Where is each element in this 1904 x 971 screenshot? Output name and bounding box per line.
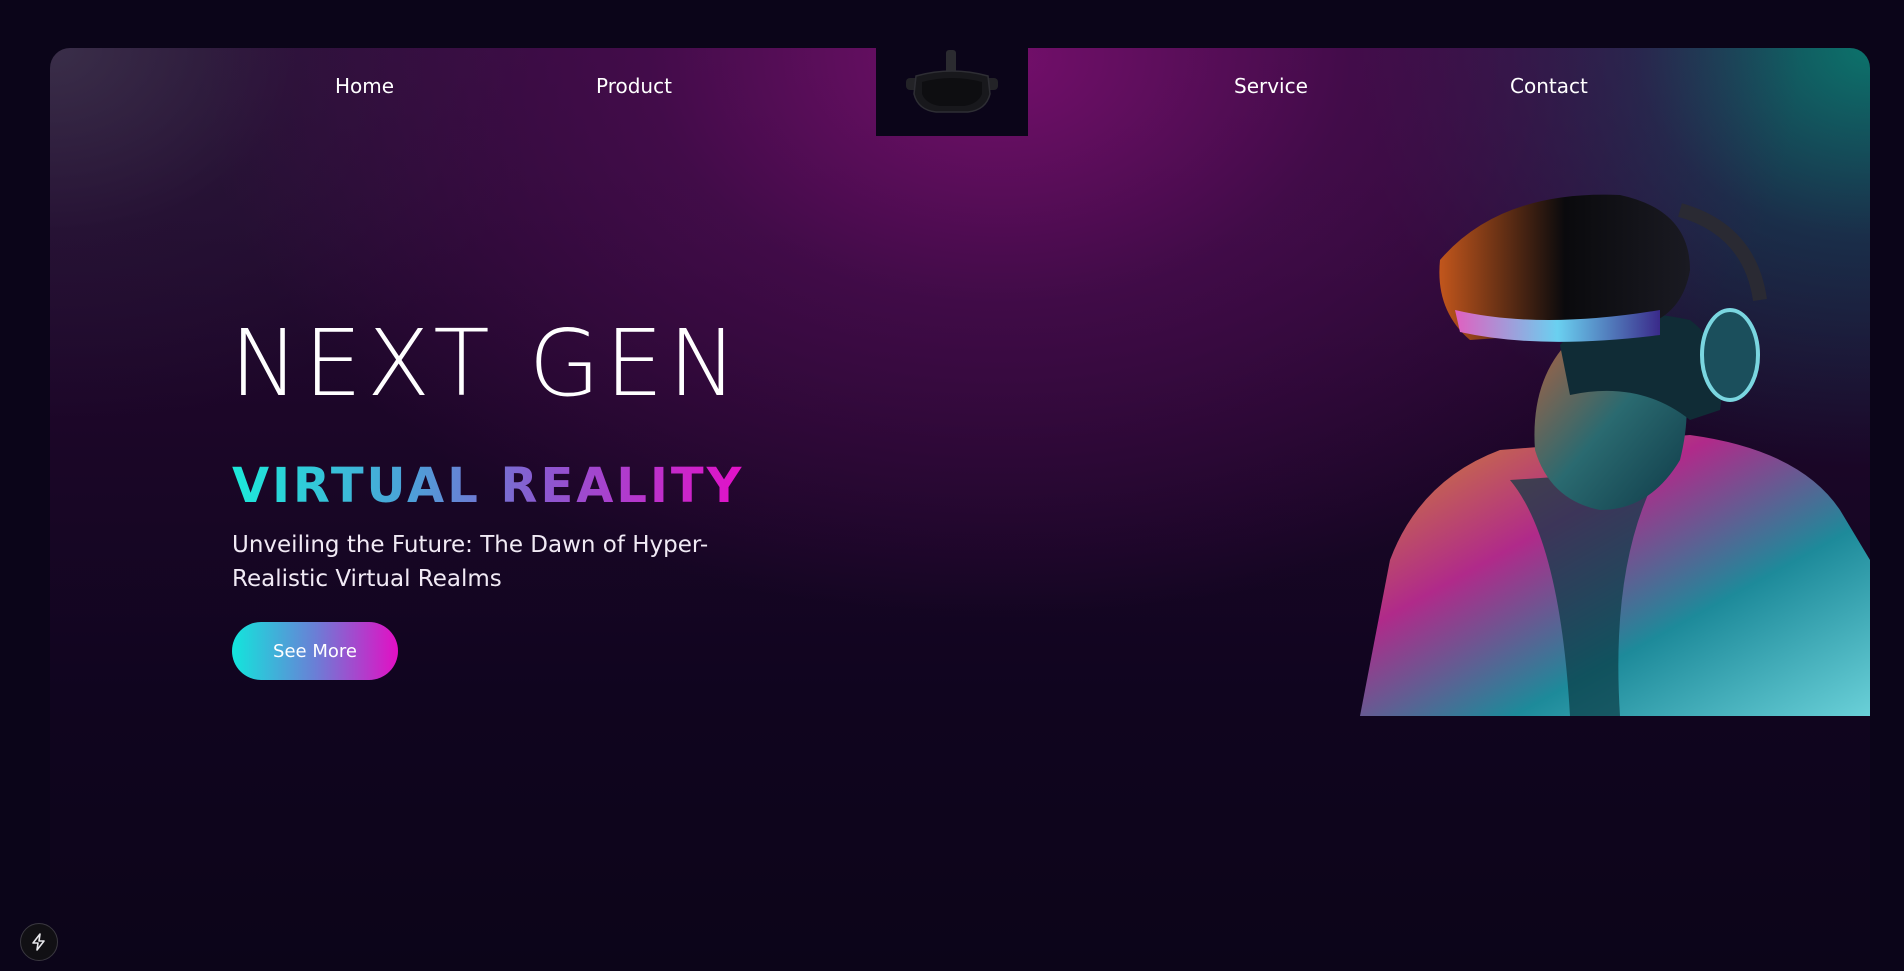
hero-description: Unveiling the Future: The Dawn of Hyper-… bbox=[232, 532, 709, 592]
hero-title: NEXT GEN bbox=[230, 310, 743, 417]
nav-product-link[interactable]: Product bbox=[596, 74, 672, 98]
vr-headset-icon bbox=[906, 50, 998, 113]
vr-person-illustration bbox=[1360, 180, 1870, 716]
nav-contact-link[interactable]: Contact bbox=[1510, 74, 1588, 98]
see-more-button[interactable]: See More bbox=[232, 622, 398, 680]
nav-home-link[interactable]: Home bbox=[335, 74, 394, 98]
nav-service-link[interactable]: Service bbox=[1234, 74, 1308, 98]
logo[interactable] bbox=[876, 48, 1028, 136]
hero-subtitle: VIRTUAL REALITY bbox=[232, 458, 745, 514]
lightning-bolt-icon[interactable] bbox=[20, 923, 58, 961]
